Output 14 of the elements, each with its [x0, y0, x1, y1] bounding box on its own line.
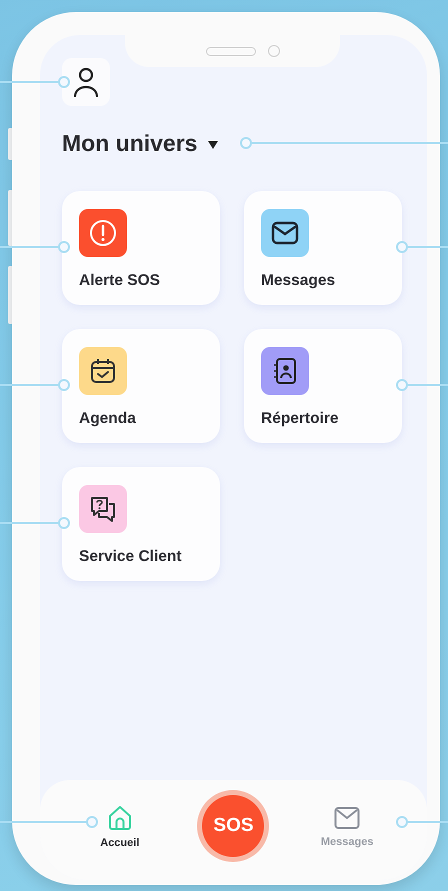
- camera-icon: [268, 45, 280, 57]
- feature-tile[interactable]: Alerte SOS: [62, 191, 220, 305]
- envelope-icon: [334, 806, 360, 830]
- feature-tile[interactable]: Agenda: [62, 329, 220, 443]
- feature-tile[interactable]: Messages: [244, 191, 402, 305]
- speaker-icon: [206, 46, 256, 56]
- profile-button[interactable]: [62, 58, 110, 106]
- feature-tile[interactable]: Service Client: [62, 467, 220, 581]
- nav-tab[interactable]: Accueil: [100, 805, 140, 849]
- feature-tile[interactable]: Répertoire: [244, 329, 402, 443]
- caret-icon[interactable]: [207, 140, 220, 150]
- house-icon: [106, 805, 133, 831]
- user-icon: [73, 67, 99, 97]
- page-title: Mon univers: [62, 130, 198, 156]
